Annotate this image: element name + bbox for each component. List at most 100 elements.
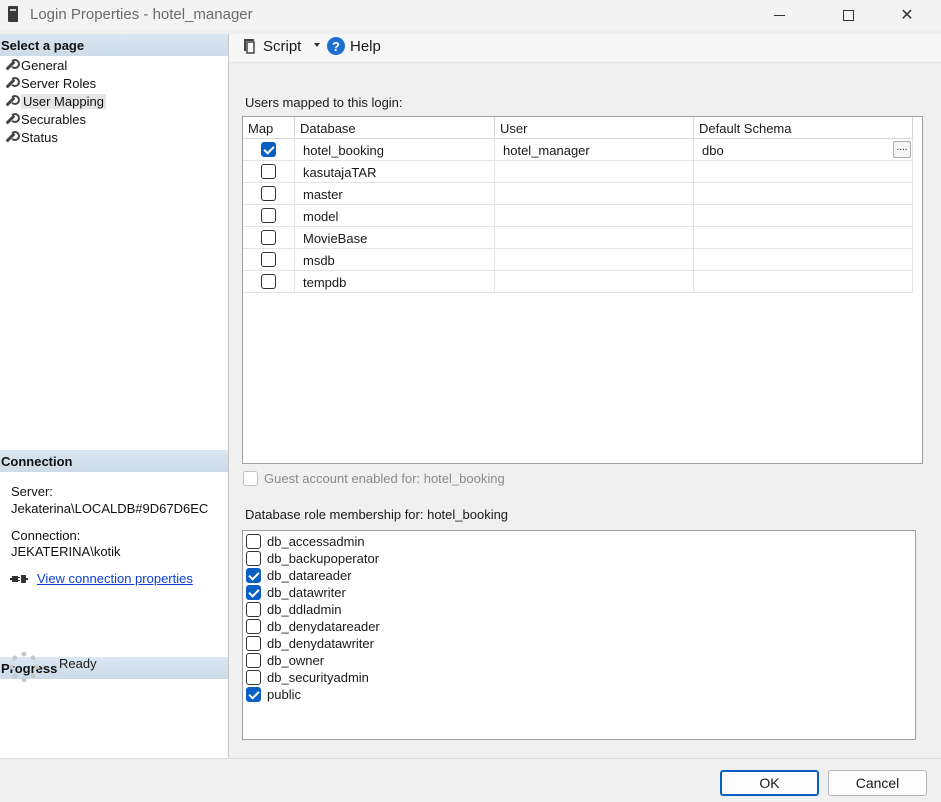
close-button[interactable]: ✕ <box>884 0 930 30</box>
database-cell: tempdb <box>295 271 495 293</box>
user-cell[interactable]: hotel_manager <box>495 139 694 161</box>
guest-account-checkbox[interactable] <box>243 471 258 486</box>
toolbar: Script ? Help <box>229 34 941 62</box>
help-icon[interactable]: ? <box>327 37 345 55</box>
role-checkbox[interactable] <box>246 602 261 617</box>
schema-cell[interactable] <box>694 205 913 227</box>
connection-value: JEKATERINA\kotik <box>11 544 121 559</box>
schema-cell[interactable] <box>694 271 913 293</box>
role-label: db_datareader <box>267 568 352 583</box>
database-cell: hotel_booking <box>295 139 495 161</box>
table-row[interactable]: msdb <box>243 249 913 271</box>
map-cell <box>243 139 295 161</box>
maximize-button[interactable] <box>825 0 871 30</box>
minimize-icon <box>773 14 785 16</box>
role-checkbox[interactable] <box>246 585 261 600</box>
map-checkbox[interactable] <box>261 164 276 179</box>
role-checkbox[interactable] <box>246 653 261 668</box>
map-checkbox[interactable] <box>261 208 276 223</box>
role-checkbox[interactable] <box>246 670 261 685</box>
progress-spinner-icon <box>9 652 39 682</box>
schema-cell[interactable] <box>694 161 913 183</box>
user-cell[interactable] <box>495 161 694 183</box>
server-label: Server: <box>11 484 53 499</box>
list-item[interactable]: db_owner <box>246 652 546 669</box>
database-cell: MovieBase <box>295 227 495 249</box>
role-checkbox[interactable] <box>246 568 261 583</box>
role-checkbox[interactable] <box>246 636 261 651</box>
map-checkbox[interactable] <box>261 252 276 267</box>
role-checkbox[interactable] <box>246 619 261 634</box>
column-header-user[interactable]: User <box>495 117 694 139</box>
role-membership-label: Database role membership for: hotel_book… <box>245 507 509 522</box>
role-label: db_owner <box>267 653 325 668</box>
user-cell[interactable] <box>495 227 694 249</box>
script-button[interactable]: Script <box>263 38 301 55</box>
user-cell[interactable] <box>495 249 694 271</box>
window-title: Login Properties - hotel_manager <box>30 6 253 23</box>
plug-icon <box>10 575 28 583</box>
wrench-icon <box>4 59 20 71</box>
guest-account-label: Guest account enabled for: hotel_booking <box>264 471 505 486</box>
role-checkbox[interactable] <box>246 534 261 549</box>
map-checkbox[interactable] <box>261 186 276 201</box>
schema-cell[interactable] <box>694 249 913 271</box>
view-connection-properties-link[interactable]: View connection properties <box>37 571 193 586</box>
schema-cell[interactable] <box>694 227 913 249</box>
list-item[interactable]: db_ddladmin <box>246 601 546 618</box>
map-cell <box>243 161 295 183</box>
list-item[interactable]: db_securityadmin <box>246 669 546 686</box>
role-label: db_datawriter <box>267 585 346 600</box>
column-header-default-schema[interactable]: Default Schema <box>694 117 913 139</box>
column-header-database[interactable]: Database <box>295 117 495 139</box>
list-item[interactable]: db_denydatareader <box>246 618 546 635</box>
script-icon[interactable] <box>241 37 257 55</box>
sidebar-item-general[interactable]: General <box>4 56 67 74</box>
user-mapping-panel: Users mapped to this login: Map Database… <box>229 76 941 758</box>
script-dropdown-chevron-down-icon[interactable] <box>314 43 320 47</box>
schema-cell[interactable] <box>694 183 913 205</box>
sidebar-item-server-roles[interactable]: Server Roles <box>4 74 96 92</box>
list-item[interactable]: db_denydatawriter <box>246 635 546 652</box>
database-cell: msdb <box>295 249 495 271</box>
schema-cell[interactable]: dbo <box>694 139 913 161</box>
table-row[interactable]: kasutajaTAR <box>243 161 913 183</box>
user-cell[interactable] <box>495 271 694 293</box>
sidebar-item-user-mapping[interactable]: User Mapping <box>4 92 106 110</box>
list-item[interactable]: public <box>246 686 546 703</box>
schema-browse-button[interactable]: .... <box>893 141 911 158</box>
sidebar-item-label: User Mapping <box>21 93 106 109</box>
role-label: public <box>267 687 301 702</box>
progress-status: Ready <box>59 656 97 671</box>
cancel-button[interactable]: Cancel <box>828 770 927 796</box>
map-checkbox[interactable] <box>261 142 276 157</box>
database-cell: kasutajaTAR <box>295 161 495 183</box>
role-label: db_accessadmin <box>267 534 365 549</box>
help-button[interactable]: Help <box>350 38 381 55</box>
map-checkbox[interactable] <box>261 274 276 289</box>
list-item[interactable]: db_datawriter <box>246 584 546 601</box>
table-row[interactable]: hotel_booking hotel_manager dbo .... <box>243 139 913 161</box>
table-row[interactable]: master <box>243 183 913 205</box>
wrench-icon <box>4 77 20 89</box>
map-cell <box>243 271 295 293</box>
user-cell[interactable] <box>495 183 694 205</box>
table-row[interactable]: tempdb <box>243 271 913 293</box>
list-item[interactable]: db_datareader <box>246 567 546 584</box>
table-row[interactable]: model <box>243 205 913 227</box>
sidebar-item-securables[interactable]: Securables <box>4 110 86 128</box>
role-checkbox[interactable] <box>246 551 261 566</box>
list-item[interactable]: db_backupoperator <box>246 550 546 567</box>
connection-header: Connection <box>0 450 228 472</box>
table-row[interactable]: MovieBase <box>243 227 913 249</box>
role-label: db_backupoperator <box>267 551 380 566</box>
ok-button[interactable]: OK <box>720 770 819 796</box>
user-cell[interactable] <box>495 205 694 227</box>
minimize-button[interactable] <box>756 0 802 30</box>
map-checkbox[interactable] <box>261 230 276 245</box>
sidebar-item-status[interactable]: Status <box>4 128 58 146</box>
column-header-map[interactable]: Map <box>243 117 295 139</box>
list-item[interactable]: db_accessadmin <box>246 533 546 550</box>
server-value: Jekaterina\LOCALDB#9D67D6EC <box>11 501 209 516</box>
role-checkbox[interactable] <box>246 687 261 702</box>
